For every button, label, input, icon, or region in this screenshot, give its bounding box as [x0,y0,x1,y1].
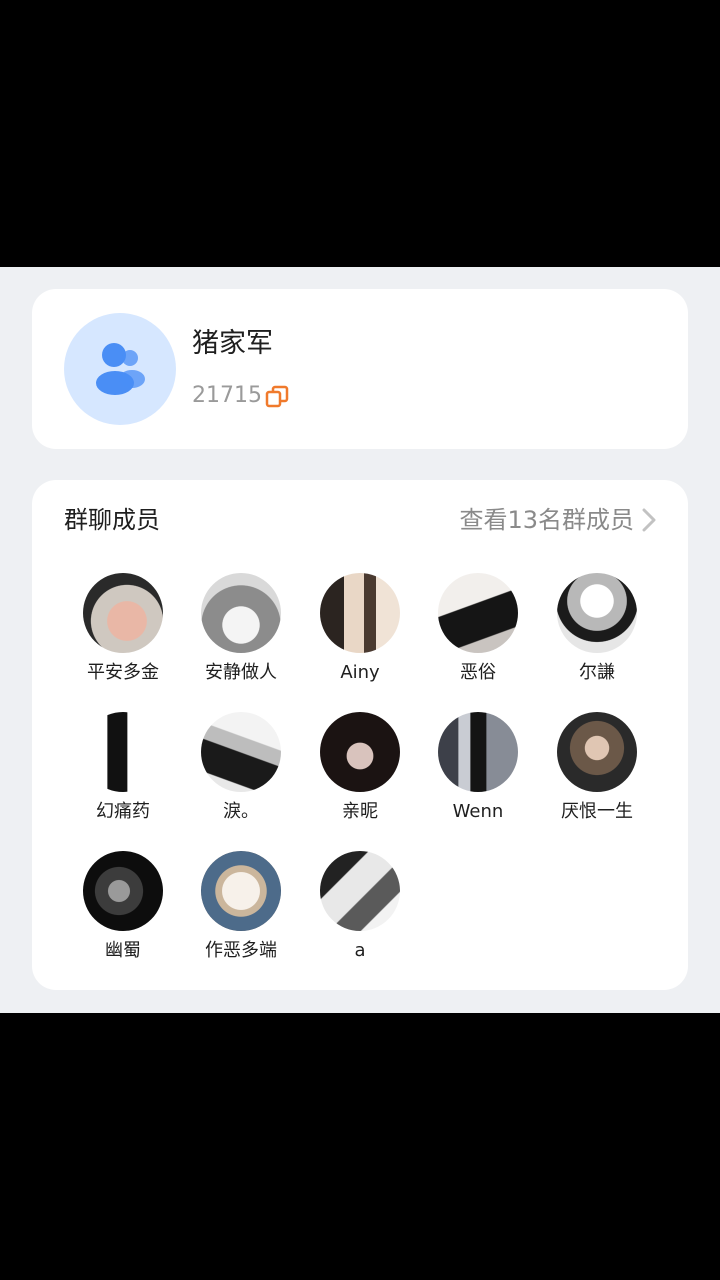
member-item[interactable]: 幻痛药 [64,712,182,842]
member-avatar [438,712,518,792]
view-all-members-button[interactable]: 查看13名群成员 [459,504,658,536]
member-avatar [201,851,281,931]
member-avatar [557,712,637,792]
group-id: 21715 [192,383,262,408]
member-avatar [201,573,281,653]
member-item[interactable]: 安静做人 [182,573,300,703]
members-card: 群聊成员 查看13名群成员 平安多金 安静做人 Ainy 恶俗 尔謙 幻痛药 淚… [32,480,688,990]
member-avatar [83,712,163,792]
member-avatar [83,851,163,931]
group-info-sheet: 猪家军 21715 群聊成员 查看13名群成员 平安多金 安静做人 Ainy 恶… [0,267,720,1013]
member-name: 尔謙 [579,662,615,683]
member-name: a [354,940,366,961]
group-name: 猪家军 [192,328,273,359]
group-avatar[interactable] [64,313,176,425]
member-name: 平安多金 [87,662,159,683]
member-item[interactable]: 尔謙 [538,573,656,703]
member-item[interactable]: 恶俗 [419,573,537,703]
member-avatar [557,573,637,653]
member-item[interactable]: a [301,851,419,981]
member-name: 幽蜀 [105,940,141,961]
group-people-icon [96,343,145,395]
copy-icon[interactable] [264,384,290,410]
member-name: 亲昵 [342,801,378,822]
member-item[interactable]: 幽蜀 [64,851,182,981]
member-item[interactable]: 平安多金 [64,573,182,703]
member-avatar [438,573,518,653]
member-item[interactable]: Ainy [301,573,419,703]
member-avatar [320,573,400,653]
member-name: 作恶多端 [205,940,277,961]
member-item[interactable]: 作恶多端 [182,851,300,981]
member-avatar [320,712,400,792]
member-name: Wenn [452,801,504,822]
group-info-card: 猪家军 21715 [32,289,688,449]
member-item[interactable]: 亲昵 [301,712,419,842]
member-item[interactable]: 厌恨一生 [538,712,656,842]
members-section-title: 群聊成员 [64,506,160,534]
member-name: 恶俗 [460,662,496,683]
member-name: 厌恨一生 [561,801,633,822]
view-all-members-label: 查看13名群成员 [459,506,634,534]
member-avatar [83,573,163,653]
member-name: 安静做人 [205,662,277,683]
chevron-right-icon [642,508,656,532]
member-item[interactable]: 淚。 [182,712,300,842]
member-item[interactable]: Wenn [419,712,537,842]
member-avatar [201,712,281,792]
member-name: Ainy [340,662,380,683]
member-avatar [320,851,400,931]
member-name: 淚。 [223,801,259,822]
member-name: 幻痛药 [96,801,150,822]
